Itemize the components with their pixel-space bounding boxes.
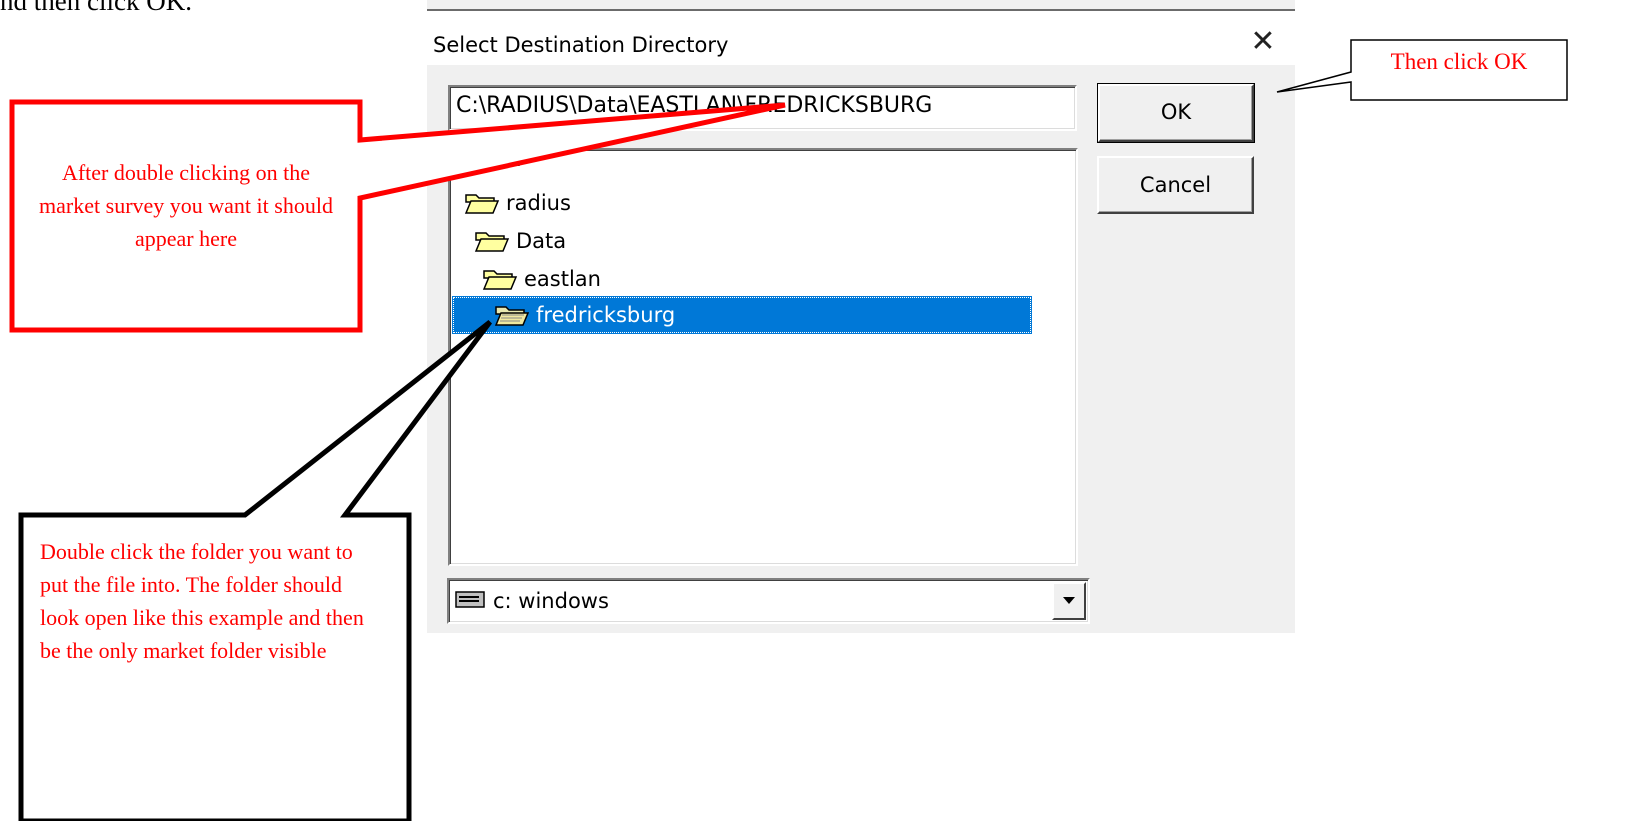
drive-icon [455, 591, 485, 608]
tree-item-label: c:\ [494, 148, 520, 169]
destination-path-field[interactable]: C:\RADIUS\Data\EASTLAN\FREDRICKSBURG [448, 85, 1077, 131]
close-icon[interactable]: ✕ [1247, 25, 1279, 59]
tree-item-label: fredricksburg [536, 303, 676, 327]
dialog-title: Select Destination Directory [433, 33, 729, 57]
document-text-fragment: nd then click OK. [0, 0, 192, 16]
open-folder-icon [494, 306, 530, 326]
select-destination-dialog: Select Destination Directory ✕ C:\RADIUS… [427, 0, 1295, 633]
drive-select[interactable]: c: windows [447, 578, 1090, 624]
tree-item-label: eastlan [524, 267, 601, 291]
then-click-ok-text: Then click OK [1390, 49, 1528, 74]
path-hint-text: After double clicking on the market surv… [39, 160, 333, 251]
open-folder-icon [464, 194, 500, 214]
open-folder-icon [474, 232, 510, 252]
tree-item-label: Data [516, 229, 567, 253]
chevron-down-icon [1063, 597, 1075, 604]
tree-item-radius[interactable]: radius [464, 184, 571, 222]
directory-tree[interactable]: c:\ radius Data eastlan fredricksburg [448, 148, 1078, 566]
drive-icon [456, 150, 488, 165]
tree-item-label: radius [506, 191, 571, 215]
ok-button[interactable]: OK [1097, 83, 1255, 143]
tree-item-fredricksburg[interactable]: fredricksburg [452, 296, 1032, 334]
tree-item-c-drive[interactable]: c:\ [456, 148, 520, 176]
tree-item-eastlan[interactable]: eastlan [482, 260, 601, 298]
folder-hint-text: Double click the folder you want to put … [40, 539, 364, 663]
open-folder-icon [482, 270, 518, 290]
dialog-titlebar[interactable]: Select Destination Directory ✕ [427, 11, 1295, 65]
drive-select-value: c: windows [493, 589, 609, 613]
destination-path-value: C:\RADIUS\Data\EASTLAN\FREDRICKSBURG [456, 93, 933, 118]
cancel-button[interactable]: Cancel [1097, 156, 1254, 214]
tree-item-data[interactable]: Data [474, 222, 566, 260]
dropdown-arrow-button[interactable] [1052, 582, 1086, 620]
